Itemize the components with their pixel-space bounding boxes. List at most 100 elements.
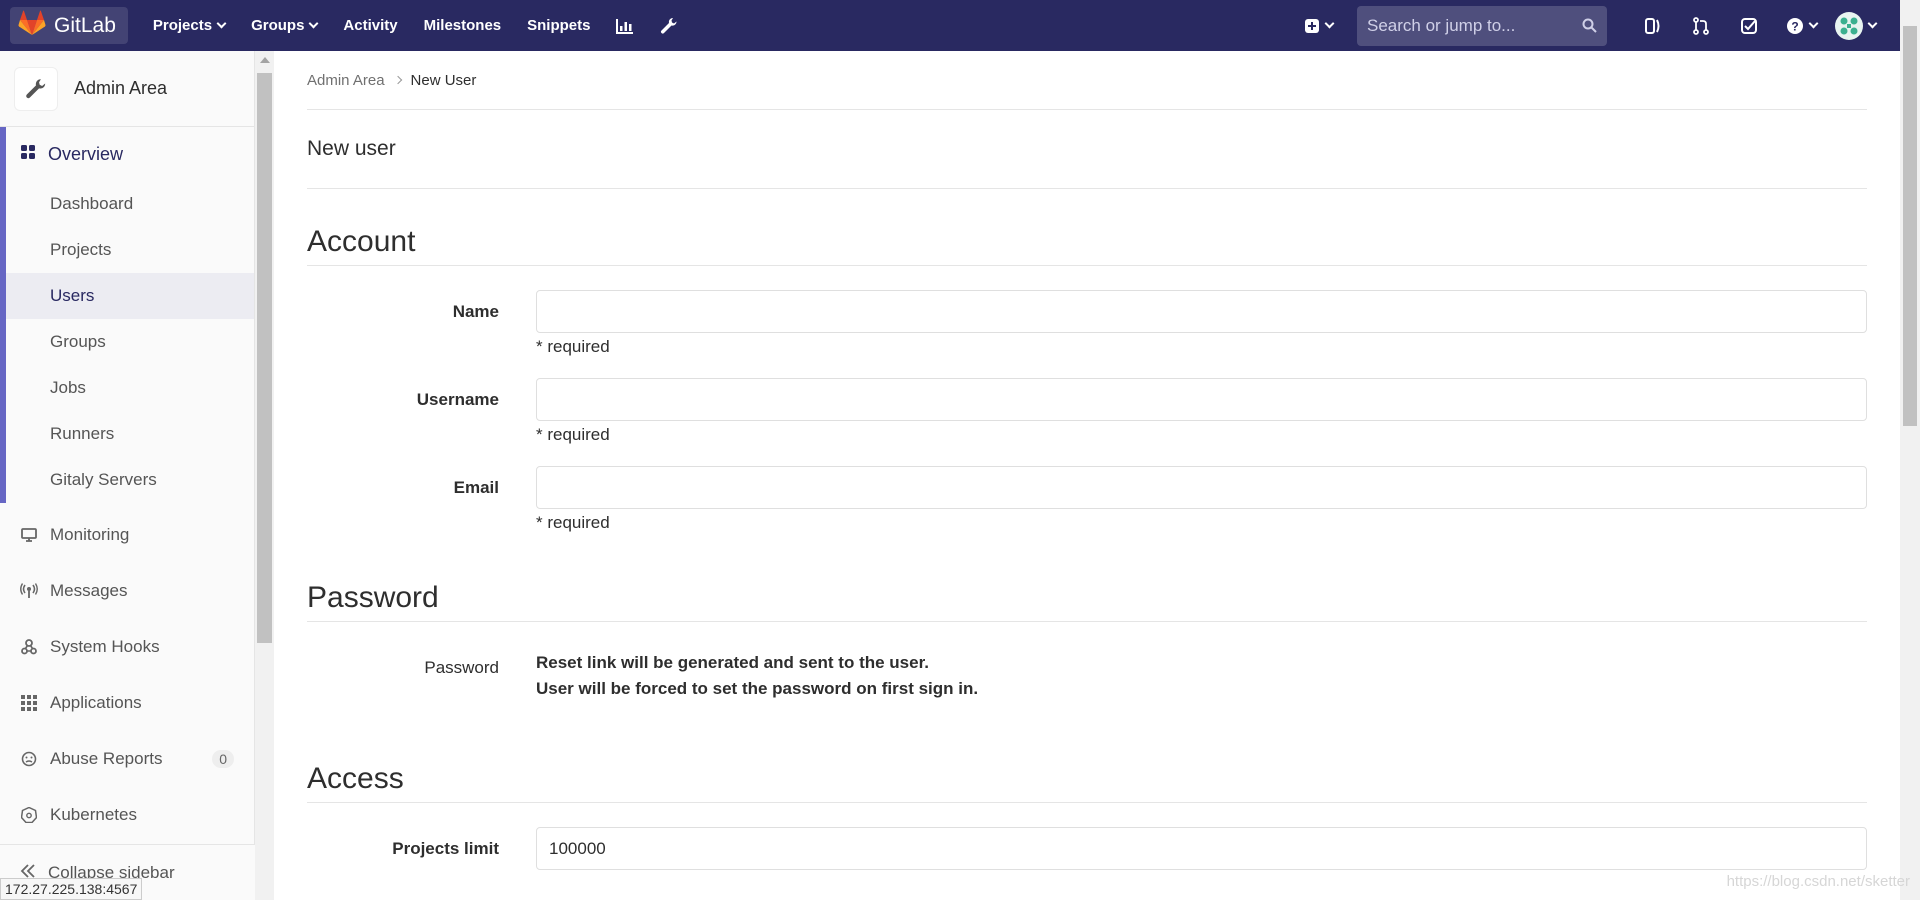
sidebar-item-kubernetes[interactable]: Kubernetes <box>0 787 254 843</box>
name-required-hint: * required <box>536 337 610 356</box>
sidebar-overview-section: Overview Dashboard Projects Users Groups… <box>0 127 254 503</box>
nav-snippets-label: Snippets <box>527 17 591 34</box>
password-info-line1: Reset link will be generated and sent to… <box>536 653 929 672</box>
sidebar-item-label: Applications <box>50 693 142 712</box>
breadcrumb-admin-area[interactable]: Admin Area <box>307 72 385 89</box>
account-section-heading: Account <box>307 225 1867 266</box>
svg-text:?: ? <box>1791 19 1798 33</box>
gitlab-logo-icon <box>18 10 46 41</box>
sidebar-item-abuse-reports[interactable]: Abuse Reports 0 <box>0 731 254 787</box>
sidebar-item-system-hooks[interactable]: System Hooks <box>0 619 254 675</box>
sidebar-subitem-projects[interactable]: Projects <box>6 227 254 273</box>
face-icon <box>20 751 38 767</box>
page-scrollbar[interactable] <box>1900 0 1920 900</box>
nav-projects[interactable]: Projects <box>140 0 238 51</box>
page-scrollbar-thumb[interactable] <box>1903 26 1917 426</box>
name-input[interactable] <box>536 290 1867 333</box>
sidebar-header[interactable]: Admin Area <box>0 51 254 127</box>
wrench-icon <box>26 78 46 98</box>
sidebar-subitem-users[interactable]: Users <box>6 273 254 319</box>
sidebar-subitem-gitaly-servers[interactable]: Gitaly Servers <box>6 457 254 503</box>
password-label: Password <box>424 658 499 677</box>
username-required-hint: * required <box>536 425 610 444</box>
issues-icon <box>1645 17 1660 34</box>
nav-admin-area[interactable] <box>647 0 691 51</box>
main-content: Admin Area New User New user Account Nam… <box>307 51 1867 870</box>
password-section-heading: Password <box>307 581 1867 622</box>
chevron-down-icon <box>216 18 227 28</box>
nav-milestones-label: Milestones <box>423 17 502 34</box>
gitlab-home-link[interactable]: GitLab <box>10 7 128 44</box>
nav-activity-label: Activity <box>343 17 398 34</box>
question-circle-icon: ? <box>1786 17 1803 34</box>
sidebar-item-label: Monitoring <box>50 525 130 544</box>
breadcrumb-current[interactable]: New User <box>411 72 477 89</box>
sidebar-subitem-dashboard[interactable]: Dashboard <box>6 181 254 227</box>
sidebar-title: Admin Area <box>74 78 168 98</box>
email-input[interactable] <box>536 466 1867 509</box>
email-required-hint: * required <box>536 513 610 532</box>
issues-button[interactable] <box>1629 0 1677 51</box>
chevron-down-icon <box>1867 18 1878 28</box>
sidebar-item-messages[interactable]: Messages <box>0 563 254 619</box>
nav-analytics[interactable] <box>603 0 647 51</box>
projects-limit-label: Projects limit <box>392 839 499 858</box>
sidebar-scrollbar-thumb[interactable] <box>257 73 272 643</box>
search-icon <box>1582 18 1597 33</box>
sidebar-item-monitoring[interactable]: Monitoring <box>0 507 254 563</box>
username-input[interactable] <box>536 378 1867 421</box>
admin-sidebar: Admin Area Overview Dashboard Projects U… <box>0 51 255 900</box>
search-input[interactable]: Search or jump to... <box>1357 5 1607 46</box>
chevron-down-icon <box>1324 18 1335 28</box>
help-dropdown-button[interactable]: ? <box>1773 0 1829 51</box>
nav-snippets[interactable]: Snippets <box>514 0 603 51</box>
nav-activity[interactable]: Activity <box>330 0 410 51</box>
watermark-text: https://blog.csdn.net/sketter <box>1726 873 1910 890</box>
broadcast-icon <box>20 583 38 599</box>
sidebar-scrollbar[interactable] <box>255 51 274 900</box>
status-bar-url: 172.27.225.138:4567 <box>0 878 143 900</box>
sidebar-item-label: Messages <box>50 581 128 600</box>
projects-limit-input[interactable] <box>536 827 1867 870</box>
abuse-count-badge: 0 <box>212 750 234 768</box>
todo-check-icon <box>1741 17 1757 34</box>
merge-requests-button[interactable] <box>1677 0 1725 51</box>
merge-request-icon <box>1693 16 1709 35</box>
chart-icon <box>616 18 634 34</box>
access-section-heading: Access <box>307 762 1867 803</box>
nav-groups-label: Groups <box>251 17 305 34</box>
nav-milestones[interactable]: Milestones <box>411 0 515 51</box>
sidebar-subitem-groups[interactable]: Groups <box>6 319 254 365</box>
plus-square-icon <box>1305 18 1319 33</box>
user-avatar-icon <box>1835 11 1863 40</box>
sidebar-avatar <box>14 66 58 111</box>
sidebar-item-label: Abuse Reports <box>50 749 163 768</box>
hook-icon <box>20 639 38 655</box>
sidebar-subitem-runners[interactable]: Runners <box>6 411 254 457</box>
nav-groups[interactable]: Groups <box>238 0 330 51</box>
monitor-icon <box>20 527 38 543</box>
breadcrumb: Admin Area New User <box>307 51 1867 110</box>
scroll-up-arrow-icon[interactable] <box>260 57 270 63</box>
overview-grid-icon <box>20 144 36 165</box>
sidebar-subitem-jobs[interactable]: Jobs <box>6 365 254 411</box>
new-dropdown-button[interactable] <box>1304 18 1335 34</box>
user-menu-button[interactable] <box>1835 11 1878 40</box>
name-label: Name <box>452 302 499 321</box>
chevron-right-icon <box>393 75 402 85</box>
search-placeholder: Search or jump to... <box>1367 15 1516 35</box>
sidebar-item-overview-label: Overview <box>48 143 124 164</box>
kubernetes-icon <box>20 807 38 823</box>
top-navbar: GitLab Projects Groups Activity Mileston… <box>0 0 1900 51</box>
username-label: Username <box>416 390 499 409</box>
sidebar-item-label: System Hooks <box>50 637 160 656</box>
sidebar-item-label: Kubernetes <box>50 805 137 824</box>
sidebar-item-applications[interactable]: Applications <box>0 675 254 731</box>
nav-projects-label: Projects <box>152 17 213 34</box>
password-info-line2: User will be forced to set the password … <box>536 679 979 698</box>
password-info: Reset link will be generated and sent to… <box>536 648 1867 702</box>
todos-button[interactable] <box>1725 0 1773 51</box>
sidebar-item-overview[interactable]: Overview <box>6 127 254 181</box>
email-label: Email <box>453 478 499 497</box>
wrench-icon <box>661 17 677 34</box>
